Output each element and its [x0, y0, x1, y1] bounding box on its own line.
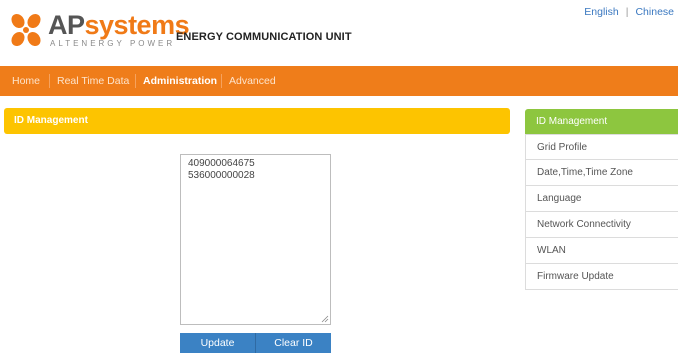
id-management-header: ID Management: [4, 108, 510, 134]
resize-grip-icon[interactable]: [321, 315, 329, 323]
nav-divider: [49, 74, 50, 88]
page-title: ENERGY COMMUNICATION UNIT: [176, 31, 352, 43]
brand-tagline: ALTENERGY POWER: [50, 39, 176, 48]
main-nav: Home Real Time Data Administration Advan…: [0, 66, 678, 96]
apsystems-logo-icon: [11, 13, 41, 47]
sidebar-item-wlan[interactable]: WLAN: [525, 238, 678, 264]
chinese-link[interactable]: Chinese: [635, 6, 674, 18]
clear-id-button[interactable]: Clear ID: [256, 333, 331, 353]
nav-real-time-data[interactable]: Real Time Data: [57, 66, 129, 96]
sidebar-item-id-management[interactable]: ID Management: [525, 109, 678, 134]
nav-home[interactable]: Home: [12, 66, 40, 96]
english-link[interactable]: English: [584, 6, 618, 18]
sidebar-item-language[interactable]: Language: [525, 186, 678, 212]
nav-divider: [135, 74, 136, 88]
id-entry: 536000000028: [188, 170, 255, 181]
nav-advanced[interactable]: Advanced: [229, 66, 276, 96]
update-button[interactable]: Update: [180, 333, 256, 353]
language-switcher: English | Chinese: [584, 6, 674, 18]
id-actions: Update Clear ID: [180, 333, 331, 353]
brand-name: APsystems: [48, 10, 190, 40]
panel-title: ID Management: [14, 115, 88, 126]
admin-sidebar: ID Management Grid Profile Date,Time,Tim…: [525, 109, 678, 290]
apsystems-logo[interactable]: APsystems ALTENERGY POWER: [8, 10, 190, 56]
nav-administration[interactable]: Administration: [143, 66, 217, 96]
nav-divider: [221, 74, 222, 88]
id-entry: 409000064675: [188, 158, 255, 169]
sidebar-item-grid-profile[interactable]: Grid Profile: [525, 134, 678, 160]
sidebar-item-firmware-update[interactable]: Firmware Update: [525, 264, 678, 290]
sidebar-item-network-connectivity[interactable]: Network Connectivity: [525, 212, 678, 238]
sidebar-item-date-time[interactable]: Date,Time,Time Zone: [525, 160, 678, 186]
id-list-textarea[interactable]: 409000064675 536000000028: [180, 154, 331, 325]
language-separator: |: [625, 6, 629, 18]
header: APsystems ALTENERGY POWER ENERGY COMMUNI…: [0, 0, 678, 66]
